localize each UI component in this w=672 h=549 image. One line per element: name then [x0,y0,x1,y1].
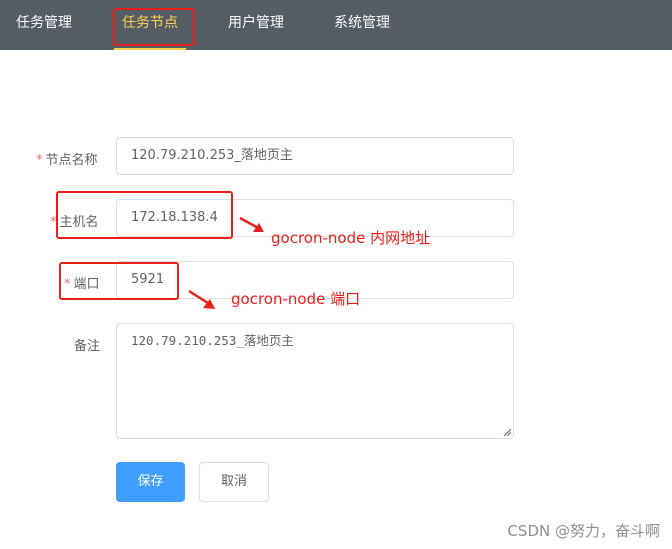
remark-text: 120.79.210.253_落地页主 [131,333,294,348]
required-mark: * [36,153,43,168]
port-annotation-note: gocron-node 端口 [231,290,361,308]
node-name-label: * 节点名称 [36,149,98,168]
save-button[interactable]: 保存 [116,462,185,502]
remark-textarea[interactable]: 120.79.210.253_落地页主 [116,323,514,439]
nav-item-system-management[interactable]: 系统管理 [334,0,390,50]
annotation-highlight-box [113,8,195,46]
cancel-button[interactable]: 取消 [199,462,269,502]
csdn-watermark: CSDN @努力，奋斗啊 [507,522,660,540]
resize-grip-icon[interactable] [503,428,511,436]
annotation-arrow-icon [239,216,264,232]
hostname-annotation-note: gocron-node 内网地址 [271,229,431,247]
annotation-highlight-box [56,191,233,239]
nav-item-task-management[interactable]: 任务管理 [16,0,72,50]
remark-label: 备注 [74,339,101,354]
annotation-arrow-icon [188,289,215,309]
node-name-label-text: 节点名称 [45,153,98,168]
node-name-input[interactable]: 120.79.210.253_落地页主 [116,137,514,175]
top-nav-bar: 任务管理 任务节点 用户管理 系统管理 [0,0,672,50]
nav-item-user-management[interactable]: 用户管理 [228,0,284,50]
annotation-highlight-box [59,262,179,300]
